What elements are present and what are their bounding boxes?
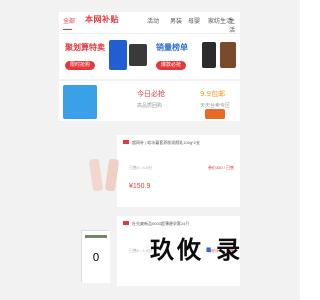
tab-all[interactable]: 全部 bbox=[63, 16, 75, 25]
watermark-char: 录 bbox=[216, 236, 244, 264]
product-image[interactable]: 0 bbox=[81, 230, 110, 283]
free-shipping-subtitle: 天天台卖专区 bbox=[200, 103, 231, 109]
product-thumb-dark bbox=[129, 44, 147, 66]
tab-active-underline bbox=[63, 29, 72, 30]
brand-logo: 本网补贴 bbox=[85, 15, 119, 24]
promo-row: 今日必抢 高品质回购 9.9包邮 天天台卖专区 bbox=[59, 81, 240, 121]
product-price: ¥150.9 bbox=[129, 183, 151, 190]
product-thumb-bottle bbox=[202, 42, 216, 68]
watermark-char: 攸 bbox=[177, 236, 204, 264]
store-tag-icon bbox=[123, 221, 129, 225]
product-title[interactable]: 杜兑爽新品0003超薄避孕套24只 bbox=[132, 221, 189, 227]
daily-must-grab-title[interactable]: 今日必抢 bbox=[137, 89, 165, 99]
tab-baby[interactable]: 母婴 bbox=[188, 16, 200, 25]
hero-banner: 聚划算特卖 限时抢购 销量榜单 爆款必抢 bbox=[59, 34, 240, 79]
juhuasuan-section[interactable]: 聚划算特卖 限时抢购 bbox=[59, 34, 149, 79]
watermark-char: 玖 bbox=[150, 236, 177, 264]
svg-text:0: 0 bbox=[93, 251, 100, 264]
product-image[interactable] bbox=[81, 151, 129, 199]
flash-sale-button[interactable]: 限时抢购 bbox=[65, 61, 95, 70]
watermark: 玖攸·录 bbox=[150, 230, 243, 265]
product-thumb-snack bbox=[205, 109, 225, 119]
product-thumb-pack[interactable] bbox=[63, 85, 97, 119]
free-shipping-title[interactable]: 9.9包邮 bbox=[200, 89, 225, 99]
daily-must-grab-subtitle: 高品质回购 bbox=[137, 103, 163, 109]
product-coupon-info: 券价350 / 已售 bbox=[207, 165, 234, 170]
product-meta: 已售0 / 4.5分 bbox=[129, 248, 153, 253]
page: 全部 活动 男装 母婴 家纺生活 生活 本网补贴 聚划算特卖 限时抢购 销量榜单… bbox=[0, 0, 300, 300]
product-thumb-jar bbox=[220, 42, 236, 68]
product-box-icon: 0 bbox=[82, 231, 110, 283]
product-title[interactable]: 超网补 | 软冰蔓套养肤润颜乳100g*2支 bbox=[132, 140, 200, 146]
cream-tubes-icon bbox=[89, 158, 119, 192]
watermark-dot: · bbox=[204, 236, 217, 264]
tab-life[interactable]: 生活 bbox=[229, 16, 240, 34]
hot-items-button[interactable]: 爆款必抢 bbox=[156, 61, 186, 70]
store-tag-icon bbox=[123, 140, 129, 144]
product-card[interactable]: 超网补 | 软冰蔓套养肤润颜乳100g*2支 已售0 / 4.5分 券价350 … bbox=[89, 135, 240, 207]
bestseller-title: 销量榜单 bbox=[156, 43, 188, 52]
juhuasuan-title: 聚划算特卖 bbox=[65, 43, 105, 52]
tab-menswear[interactable]: 男装 bbox=[170, 16, 182, 25]
tab-activity[interactable]: 活动 bbox=[147, 16, 159, 25]
bestseller-section[interactable]: 销量榜单 爆款必抢 bbox=[150, 34, 240, 79]
product-thumb-blue bbox=[109, 40, 127, 70]
product-meta: 已售0 / 4.5分 bbox=[129, 165, 153, 170]
